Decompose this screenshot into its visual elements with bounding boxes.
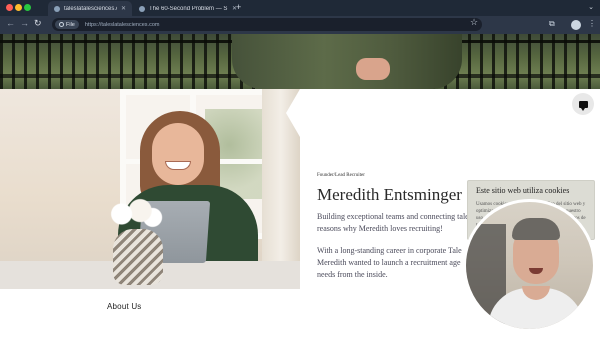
window-zoom-button[interactable] [24, 4, 31, 11]
paragraph-line: reasons why Meredith loves recruiting! [317, 224, 443, 233]
forward-arrow-icon[interactable]: → [20, 18, 29, 28]
window-minimize-button[interactable] [15, 4, 22, 11]
chat-button[interactable] [572, 93, 594, 115]
hero-figure [232, 34, 462, 89]
favicon-icon [139, 5, 145, 12]
webcam-overlay [463, 199, 596, 332]
webcam-hair [512, 218, 560, 240]
tab-inactive[interactable]: The 60-Second Problem — S ✕ [133, 1, 243, 16]
puzzle-icon[interactable]: ⧉ [549, 19, 555, 29]
paragraph-line: Meredith wanted to launch a recruitment … [317, 258, 461, 267]
photo-vase [113, 229, 163, 285]
address-url[interactable]: https://taleslatalesciences.com [85, 22, 160, 28]
kebab-icon[interactable]: ⋮ [588, 19, 596, 28]
paragraph-line: Building exceptional teams and connectin… [317, 212, 469, 221]
hero-hand [356, 58, 390, 80]
about-us-heading: About Us [107, 302, 142, 311]
tab-title: taleslatalesciences.com [64, 5, 117, 12]
founder-photo [0, 89, 300, 289]
browser-toolbar: ← → ↻ File https://taleslatalesciences.c… [0, 16, 600, 34]
address-bar[interactable]: File https://taleslatalesciences.com [52, 18, 482, 31]
site-info-label: File [66, 21, 75, 28]
photo-flowers [103, 197, 165, 231]
web-page: About Us Founder/Lead Recruiter Meredith… [0, 34, 600, 338]
site-info-chip[interactable]: File [55, 20, 79, 29]
paragraph-line: needs from the inside. [317, 270, 388, 279]
close-icon[interactable]: ✕ [121, 5, 126, 12]
photo-notch [286, 89, 300, 137]
new-tab-button[interactable]: + [236, 2, 241, 12]
profile-name: Meredith Entsminger [317, 185, 462, 204]
profile-avatar[interactable] [571, 20, 581, 30]
photo-face [152, 123, 204, 185]
tab-title: The 60-Second Problem — S [149, 5, 228, 12]
chat-icon [578, 100, 588, 111]
paragraph-line: With a long-standing career in corporate… [317, 246, 462, 255]
tab-active[interactable]: taleslatalesciences.com ✕ [48, 1, 132, 16]
profile-paragraph-2: With a long-standing career in corporate… [317, 245, 477, 281]
star-icon[interactable]: ☆ [470, 17, 478, 28]
cookie-banner-title: Este sitio web utiliza cookies [476, 186, 570, 195]
chevron-down-icon[interactable]: ⌄ [588, 3, 594, 11]
back-arrow-icon[interactable]: ← [6, 18, 15, 28]
info-icon [59, 22, 64, 27]
favicon-icon [54, 5, 60, 12]
profile-paragraph-1: Building exceptional teams and connectin… [317, 211, 477, 235]
profile-role: Founder/Lead Recruiter [317, 173, 365, 178]
reload-icon[interactable]: ↻ [34, 18, 42, 29]
window-close-button[interactable] [6, 4, 13, 11]
browser-tab-bar: taleslatalesciences.com ✕ The 60-Second … [0, 0, 600, 16]
hero-image [0, 34, 600, 89]
